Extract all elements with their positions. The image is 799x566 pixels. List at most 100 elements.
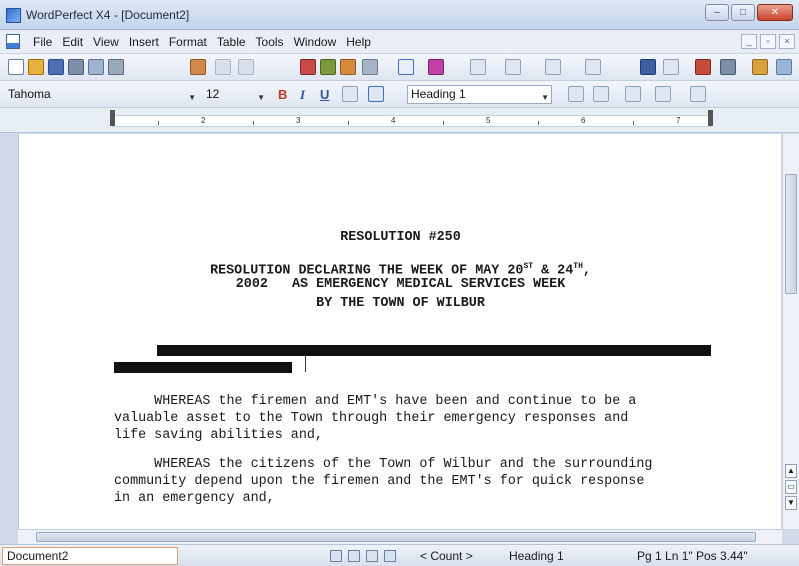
italic-button[interactable]: I — [300, 87, 305, 103]
undo-icon[interactable] — [215, 59, 231, 75]
font-size-select[interactable]: 12 ▼ — [202, 85, 268, 104]
save-icon[interactable] — [48, 59, 64, 75]
symbols-icon[interactable] — [695, 59, 711, 75]
window-title: WordPerfect X4 - [Document2] — [26, 8, 190, 22]
vertical-scroll-thumb[interactable] — [785, 174, 797, 294]
ruler-tick — [443, 121, 444, 125]
menu-window[interactable]: Window — [289, 35, 342, 49]
fax-icon[interactable] — [108, 59, 124, 75]
wordperfect-icon — [6, 8, 21, 23]
font-name-select[interactable]: Tahoma ▼ — [4, 85, 199, 104]
highlight-icon[interactable] — [428, 59, 444, 75]
numbering-icon[interactable] — [505, 59, 521, 75]
print-icon[interactable] — [68, 59, 84, 75]
document-page[interactable]: RESOLUTION #250 RESOLUTION DECLARING THE… — [18, 134, 781, 529]
heading-line1-sup2: TH — [573, 262, 583, 271]
minimize-button[interactable]: – — [705, 4, 729, 21]
status-bar: Document2 < Count > Heading 1 Pg 1 Ln 1"… — [0, 544, 799, 566]
redaction-bar — [157, 345, 711, 356]
doc-minimize-button[interactable]: _ — [741, 34, 757, 49]
open-folder-icon[interactable] — [28, 59, 44, 75]
new-document-icon[interactable] — [8, 59, 24, 75]
status-style: Heading 1 — [509, 549, 564, 563]
underline-button[interactable]: U — [320, 87, 329, 102]
horizontal-scroll-thumb[interactable] — [36, 532, 756, 542]
font-color-icon[interactable] — [368, 86, 384, 102]
menu-file[interactable]: File — [28, 35, 57, 49]
print-preview-icon[interactable] — [88, 59, 104, 75]
language-icon[interactable] — [690, 86, 706, 102]
justification-icon[interactable] — [342, 86, 358, 102]
previous-page-icon[interactable]: ▲ — [785, 464, 797, 478]
resolution-title: RESOLUTION #250 — [340, 230, 461, 245]
calculator-icon[interactable] — [330, 550, 342, 562]
ruler-number: 3 — [296, 116, 301, 125]
bold-button[interactable]: B — [278, 87, 287, 102]
font-size-value: 12 — [206, 87, 220, 101]
help-icon[interactable] — [776, 59, 792, 75]
search-icon[interactable] — [663, 59, 679, 75]
menu-edit[interactable]: Edit — [57, 35, 88, 49]
outline-icon[interactable] — [625, 86, 641, 102]
doc-close-button[interactable]: × — [779, 34, 795, 49]
tools-icon[interactable] — [752, 59, 768, 75]
next-page-icon[interactable]: ▼ — [785, 496, 797, 510]
menu-insert[interactable]: Insert — [124, 35, 164, 49]
resolution-heading-line1: RESOLUTION DECLARING THE WEEK OF MAY 20S… — [19, 262, 782, 278]
vertical-scrollbar[interactable]: ▲ ▭ ▼ — [782, 134, 799, 529]
document-content[interactable]: RESOLUTION #250 RESOLUTION DECLARING THE… — [19, 134, 782, 529]
maximize-button[interactable]: □ — [731, 4, 755, 21]
horizontal-scrollbar[interactable] — [18, 529, 782, 544]
menu-tools[interactable]: Tools — [251, 35, 289, 49]
highlight-color-icon[interactable] — [655, 86, 671, 102]
ruler-number: 6 — [581, 116, 586, 125]
style-select[interactable]: Heading 1 ▼ — [407, 85, 552, 104]
resolution-heading-line3: BY THE TOWN OF WILBUR — [316, 296, 485, 311]
menu-format[interactable]: Format — [164, 35, 212, 49]
caps-icon[interactable] — [366, 550, 378, 562]
ruler[interactable]: 2 3 4 5 6 7 — [0, 108, 799, 133]
ruler-strip: 2 3 4 5 6 7 — [112, 115, 712, 127]
heading-line1-sup1: ST — [523, 262, 534, 271]
grammar-icon[interactable] — [320, 59, 336, 75]
chevron-down-icon: ▼ — [188, 93, 196, 102]
menu-help[interactable]: Help — [341, 35, 376, 49]
ruler-number: 7 — [676, 116, 681, 125]
ruler-tick — [538, 121, 539, 125]
ruler-tick — [633, 121, 634, 125]
bullets-icon[interactable] — [470, 59, 486, 75]
ruler-number: 4 — [391, 116, 396, 125]
ruler-tick — [158, 121, 159, 125]
text-box-icon[interactable] — [398, 59, 414, 75]
document-window-controls: _ ▫ × — [741, 34, 795, 49]
paste-icon[interactable] — [190, 59, 206, 75]
macro-icon[interactable] — [720, 59, 736, 75]
zoom-icon[interactable] — [640, 59, 656, 75]
page-icon[interactable]: ▭ — [785, 480, 797, 494]
status-document-tab[interactable]: Document2 — [2, 547, 178, 565]
chevron-down-icon: ▼ — [541, 93, 549, 102]
menu-table[interactable]: Table — [212, 35, 251, 49]
redo-icon[interactable] — [238, 59, 254, 75]
table-icon[interactable] — [585, 59, 601, 75]
strikeout-icon[interactable] — [568, 86, 584, 102]
menu-view[interactable]: View — [88, 35, 124, 49]
double-underline-icon[interactable] — [593, 86, 609, 102]
font-name-value: Tahoma — [8, 87, 51, 101]
columns-icon[interactable] — [545, 59, 561, 75]
draw-icon[interactable] — [340, 59, 356, 75]
redaction-bar — [114, 362, 292, 373]
insert-mode-icon[interactable] — [348, 550, 360, 562]
spell-check-icon[interactable] — [300, 59, 316, 75]
status-count[interactable]: < Count > — [420, 549, 473, 563]
left-margin-marker[interactable] — [110, 110, 115, 126]
close-button[interactable]: ✕ — [757, 4, 793, 21]
printer-icon[interactable] — [384, 550, 396, 562]
title-bar: WordPerfect X4 - [Document2] – □ ✕ — [0, 0, 799, 30]
window-controls: – □ ✕ — [705, 4, 793, 21]
line-icon[interactable] — [362, 59, 378, 75]
doc-restore-button[interactable]: ▫ — [760, 34, 776, 49]
document-icon[interactable] — [6, 34, 20, 49]
right-margin-marker[interactable] — [708, 110, 713, 126]
resolution-heading-line2: 2002 AS EMERGENCY MEDICAL SERVICES WEEK — [235, 277, 566, 292]
